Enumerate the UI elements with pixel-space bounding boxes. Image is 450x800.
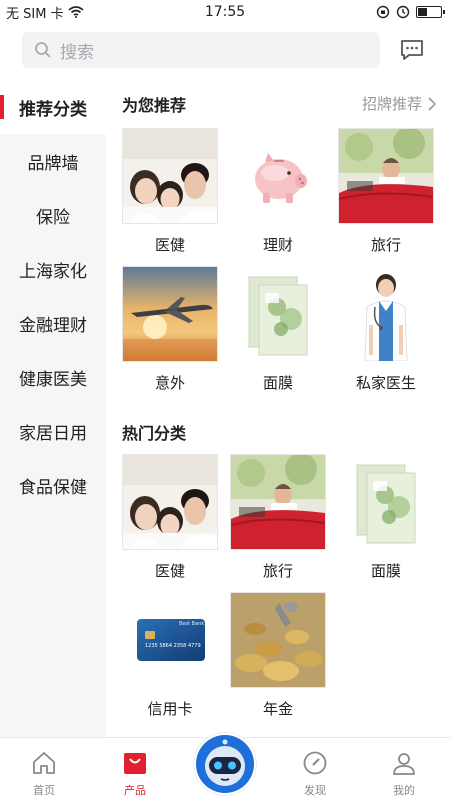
tab-products[interactable]: 产品 xyxy=(105,750,165,798)
doctor-image xyxy=(338,266,434,362)
sidebar-item-insurance[interactable]: 保险 xyxy=(0,188,106,242)
category-tile-private-doctor[interactable]: 私家医生 xyxy=(338,266,434,393)
category-tile-face-mask[interactable]: 面膜 xyxy=(230,266,326,393)
coins-image xyxy=(230,592,326,688)
bag-icon xyxy=(124,753,146,774)
tile-label: 旅行 xyxy=(370,236,401,254)
tab-mine[interactable]: 我的 xyxy=(374,750,434,798)
tile-label: 医健 xyxy=(154,236,185,254)
tab-label: 首页 xyxy=(33,784,55,797)
category-tile-finance[interactable]: 理财 xyxy=(230,128,326,255)
family-photo-image xyxy=(122,454,218,550)
tile-label: 年金 xyxy=(262,700,293,718)
sidebar-item-brand-wall[interactable]: 品牌墙 xyxy=(0,134,106,188)
tile-label: 信用卡 xyxy=(147,700,193,718)
alarm-icon xyxy=(396,5,410,19)
tab-home[interactable]: 首页 xyxy=(14,750,74,798)
tile-label: 医健 xyxy=(154,562,185,580)
category-tile-medical[interactable]: 医健 xyxy=(122,128,218,255)
signature-recommend-link[interactable]: 招牌推荐 xyxy=(362,93,436,114)
category-tile-accident[interactable]: 意外 xyxy=(122,266,218,393)
card-bank-name: Best Bank xyxy=(179,621,205,627)
tile-label: 理财 xyxy=(262,236,293,254)
rotation-lock-icon xyxy=(376,5,390,19)
signature-recommend-label: 招牌推荐 xyxy=(361,95,422,113)
sidebar-item-finance[interactable]: 金融理财 xyxy=(0,296,106,350)
hot-tile-face-mask[interactable]: 面膜 xyxy=(338,454,434,581)
tile-label: 旅行 xyxy=(262,562,293,580)
category-tile-travel[interactable]: 旅行 xyxy=(338,128,434,255)
search-input[interactable]: 搜索 xyxy=(22,32,380,68)
section-title-hot: 热门分类 xyxy=(122,424,187,443)
piggy-bank-image xyxy=(230,128,326,224)
search-placeholder: 搜索 xyxy=(60,42,94,63)
family-photo-image xyxy=(122,128,218,224)
section-title-recommend: 为您推荐 xyxy=(122,96,187,115)
category-sidebar: 推荐分类 品牌墙 保险 上海家化 金融理财 健康医美 家居日用 食品保健 xyxy=(0,80,106,737)
face-mask-image xyxy=(230,266,326,362)
face-mask-image xyxy=(338,454,434,550)
tile-label: 面膜 xyxy=(262,374,293,392)
credit-card-image: Best Bank 1235 5864 2358 4779 xyxy=(122,592,218,688)
tab-label: 发现 xyxy=(304,784,326,797)
tile-label: 意外 xyxy=(154,374,185,392)
tab-discover[interactable]: 发现 xyxy=(285,750,345,798)
tile-label: 私家医生 xyxy=(355,374,416,392)
convertible-car-image xyxy=(230,454,326,550)
sidebar-item-food-health[interactable]: 食品保健 xyxy=(0,458,106,512)
sidebar-item-recommend[interactable]: 推荐分类 xyxy=(0,80,106,134)
battery-icon xyxy=(416,6,445,18)
tab-label: 产品 xyxy=(124,784,146,797)
hot-tile-medical[interactable]: 医健 xyxy=(122,454,218,581)
assistant-robot-button[interactable] xyxy=(193,732,257,796)
search-icon xyxy=(35,42,51,58)
tab-label: 我的 xyxy=(393,784,415,797)
message-icon[interactable] xyxy=(400,39,424,61)
robot-icon xyxy=(196,735,254,793)
convertible-car-image xyxy=(338,128,434,224)
tile-label: 面膜 xyxy=(370,562,401,580)
compass-icon xyxy=(303,751,327,775)
sidebar-item-shanghai-jahwa[interactable]: 上海家化 xyxy=(0,242,106,296)
airplane-image xyxy=(122,266,218,362)
home-icon xyxy=(33,752,55,774)
user-icon xyxy=(393,753,415,775)
hot-tile-annuity[interactable]: 年金 xyxy=(230,592,326,719)
chevron-right-icon xyxy=(428,96,436,111)
status-bar: 无 SIM 卡 17:55 xyxy=(0,0,450,24)
card-number: 1235 5864 2358 4779 xyxy=(145,643,201,649)
hot-tile-credit-card[interactable]: Best Bank 1235 5864 2358 4779 信用卡 xyxy=(122,592,218,719)
hot-tile-travel[interactable]: 旅行 xyxy=(230,454,326,581)
sidebar-item-health-beauty[interactable]: 健康医美 xyxy=(0,350,106,404)
sidebar-item-home[interactable]: 家居日用 xyxy=(0,404,106,458)
